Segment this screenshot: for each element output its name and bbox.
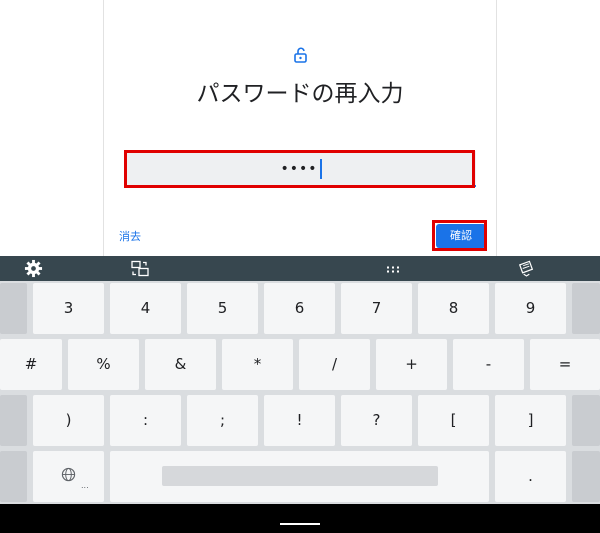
key[interactable]: ;: [187, 395, 258, 446]
key[interactable]: ]: [495, 395, 566, 446]
globe-icon: [61, 467, 76, 482]
key[interactable]: %: [68, 339, 139, 390]
key[interactable]: !: [264, 395, 335, 446]
password-dialog: パスワードの再入力 •••• 消去 確認: [103, 0, 497, 256]
key[interactable]: [: [418, 395, 489, 446]
space-key[interactable]: [110, 451, 489, 502]
key[interactable]: 5: [187, 283, 258, 334]
space-bar-indicator: [162, 466, 438, 486]
key[interactable]: 6: [264, 283, 335, 334]
lock-open-icon: [294, 47, 307, 63]
settings-icon[interactable]: [24, 259, 43, 278]
key[interactable]: 8: [418, 283, 489, 334]
dialog-title: パスワードの再入力: [196, 81, 404, 107]
language-key[interactable]: ...: [33, 451, 104, 502]
key[interactable]: =: [530, 339, 600, 390]
key-edge: [572, 283, 600, 334]
key-edge: [572, 451, 600, 502]
key[interactable]: ?: [341, 395, 412, 446]
keyboard-toolbar: [0, 256, 600, 281]
clear-button[interactable]: 消去: [119, 228, 141, 244]
navigation-bar: [0, 504, 600, 533]
key[interactable]: 4: [110, 283, 181, 334]
key[interactable]: 7: [341, 283, 412, 334]
key[interactable]: +: [376, 339, 447, 390]
period-key[interactable]: .: [495, 451, 566, 502]
key[interactable]: :: [110, 395, 181, 446]
key-edge: [0, 451, 27, 502]
password-field-highlight: [124, 150, 475, 188]
key[interactable]: ): [33, 395, 104, 446]
home-indicator[interactable]: [280, 523, 320, 525]
globe-key-dots: ...: [81, 481, 89, 490]
key[interactable]: #: [0, 339, 62, 390]
confirm-button-highlight: [432, 220, 487, 251]
grid-icon[interactable]: [386, 259, 400, 278]
symbol-keyboard: 3 4 5 6 7 8 9 # % & * / + - = ) : ; ! ? …: [0, 281, 600, 504]
key-edge: [0, 395, 27, 446]
key-edge: [572, 395, 600, 446]
keyboard-hide-icon[interactable]: [519, 259, 534, 278]
key[interactable]: -: [453, 339, 524, 390]
key[interactable]: 3: [33, 283, 104, 334]
key[interactable]: /: [299, 339, 370, 390]
key[interactable]: 9: [495, 283, 566, 334]
keyboard-switch-icon[interactable]: [131, 259, 149, 278]
key-edge: [0, 283, 27, 334]
key[interactable]: *: [222, 339, 293, 390]
key[interactable]: &: [145, 339, 216, 390]
